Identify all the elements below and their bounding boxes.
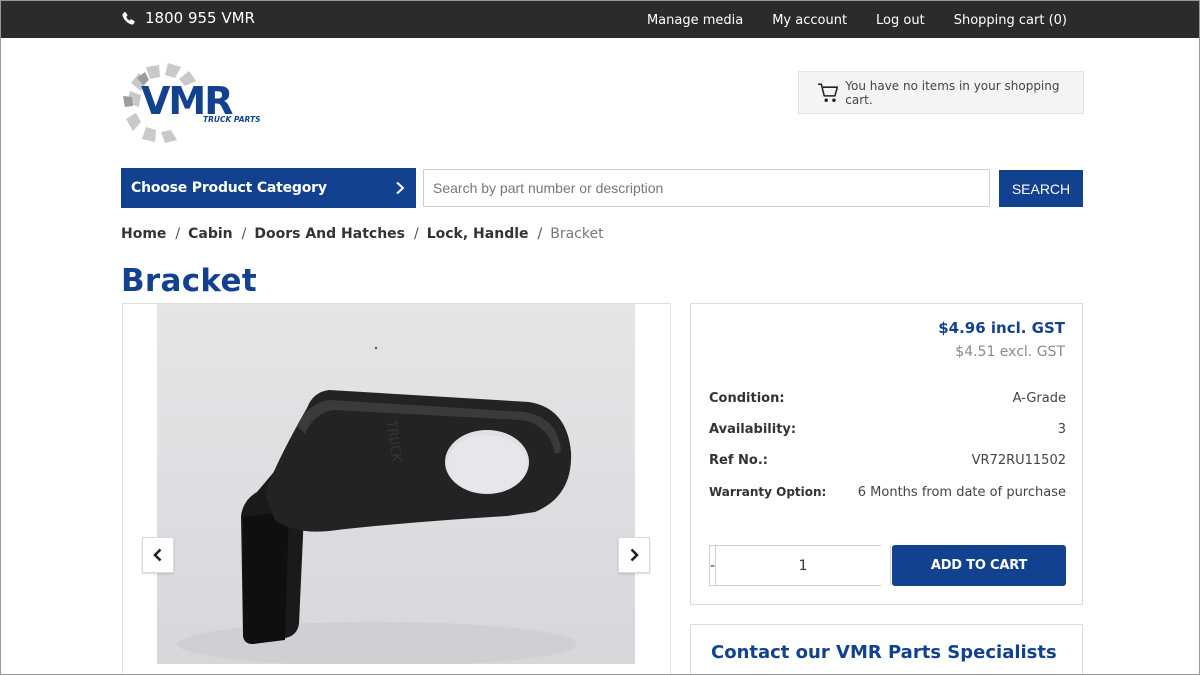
spec-label: Condition: — [709, 391, 785, 406]
product-image[interactable]: TRUCK — [157, 304, 635, 664]
quantity-stepper: - + — [709, 545, 903, 586]
spec-row-warranty: Warranty Option: 6 Months from date of p… — [709, 485, 1066, 500]
add-to-cart-button[interactable]: ADD TO CART — [892, 545, 1066, 586]
spec-label: Ref No.: — [709, 453, 768, 468]
price-excl-gst: $4.51 excl. GST — [955, 344, 1065, 360]
gallery-prev-button[interactable] — [142, 537, 174, 573]
top-nav-manage-media[interactable]: Manage media — [647, 13, 743, 28]
chevron-left-icon — [153, 548, 162, 562]
top-nav-log-out[interactable]: Log out — [876, 13, 925, 28]
contact-specialists-panel: Contact our VMR Parts Specialists — [690, 624, 1083, 674]
spec-value: 6 Months from date of purchase — [857, 485, 1066, 500]
top-nav-shopping-cart[interactable]: Shopping cart (0) — [954, 13, 1067, 28]
mini-cart-text: You have no items in your shopping cart. — [845, 78, 1060, 107]
contact-specialists-title: Contact our VMR Parts Specialists — [711, 642, 1057, 663]
search-input[interactable] — [423, 169, 990, 207]
spec-row-condition: Condition: A-Grade — [709, 391, 1066, 406]
phone-icon — [122, 11, 135, 25]
breadcrumb-separator: / — [414, 226, 419, 242]
cart-icon — [817, 83, 839, 102]
breadcrumb: Home / Cabin / Doors And Hatches / Lock,… — [121, 226, 604, 242]
breadcrumb-doors-and-hatches[interactable]: Doors And Hatches — [254, 226, 405, 242]
choose-category-label: Choose Product Category — [131, 180, 327, 196]
top-nav: Manage media My account Log out Shopping… — [618, 13, 1067, 28]
bracket-photo: TRUCK — [177, 346, 577, 664]
product-gallery: TRUCK — [122, 303, 671, 674]
top-nav-my-account[interactable]: My account — [772, 13, 847, 28]
chevron-right-icon — [630, 548, 639, 562]
spec-value: A-Grade — [1012, 391, 1066, 406]
breadcrumb-home[interactable]: Home — [121, 226, 166, 242]
spec-value: 3 — [1057, 422, 1066, 437]
spec-row-ref-no: Ref No.: VR72RU11502 — [709, 453, 1066, 468]
breadcrumb-separator: / — [241, 226, 247, 242]
top-bar: 1800 955 VMR Manage media My account Log… — [1, 1, 1199, 38]
spec-value: VR72RU11502 — [971, 453, 1066, 468]
purchase-panel: $4.96 incl. GST $4.51 excl. GST Conditio… — [690, 303, 1083, 605]
mini-cart-summary[interactable]: You have no items in your shopping cart. — [798, 71, 1084, 114]
logo-subtext: TRUCK PARTS — [203, 115, 260, 124]
search-button[interactable]: SEARCH — [999, 170, 1083, 207]
vmr-logo-graphic: VMR TRUCK PARTS — [123, 63, 260, 143]
gallery-next-button[interactable] — [618, 537, 650, 573]
chevron-right-icon — [396, 181, 405, 195]
phone-number: 1800 955 VMR — [145, 9, 255, 27]
price-incl-gst: $4.96 incl. GST — [938, 319, 1065, 337]
page: 1800 955 VMR Manage media My account Log… — [0, 0, 1200, 675]
page-title: Bracket — [121, 263, 257, 299]
breadcrumb-separator: / — [537, 226, 543, 242]
phone-contact[interactable]: 1800 955 VMR — [121, 9, 255, 27]
breadcrumb-lock-handle[interactable]: Lock, Handle — [427, 226, 529, 242]
vmr-logo[interactable]: VMR TRUCK PARTS — [119, 61, 274, 145]
spec-label: Availability: — [709, 422, 797, 437]
breadcrumb-cabin[interactable]: Cabin — [188, 226, 233, 242]
quantity-input[interactable] — [716, 546, 891, 585]
spec-row-availability: Availability: 3 — [709, 422, 1066, 437]
breadcrumb-current: Bracket — [550, 226, 604, 242]
spec-label: Warranty Option: — [709, 485, 827, 499]
breadcrumb-separator: / — [175, 226, 181, 242]
choose-category-button[interactable]: Choose Product Category — [121, 168, 416, 208]
